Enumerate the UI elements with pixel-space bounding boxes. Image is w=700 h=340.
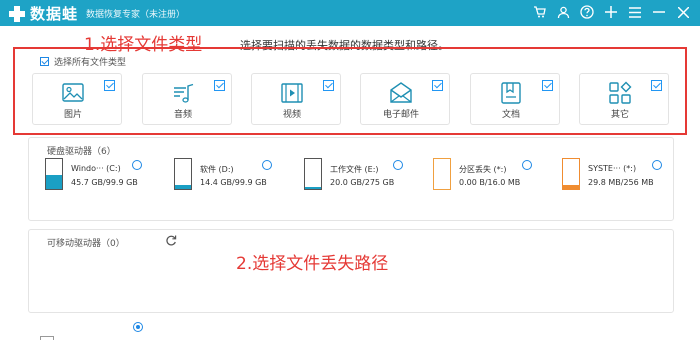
- annotation-step2: 2.选择文件丢失路径: [236, 254, 389, 274]
- drive-icon: [304, 158, 322, 190]
- document-icon: [501, 82, 521, 104]
- bottom-folder-icon: [40, 336, 54, 340]
- type-label: 视频: [282, 110, 301, 120]
- bottom-radio[interactable]: [133, 322, 143, 332]
- minimize-icon[interactable]: [650, 3, 668, 21]
- type-card-image[interactable]: 图片: [32, 73, 122, 125]
- drive-radio[interactable]: [522, 160, 532, 170]
- drive-item[interactable]: SYSTE··· (*:) 29.8 MB/256 MB: [562, 158, 687, 198]
- type-label: 音频: [173, 110, 192, 120]
- select-all-label: 选择所有文件类型: [54, 58, 127, 68]
- drive-radio[interactable]: [652, 160, 662, 170]
- cart-icon[interactable]: [530, 3, 548, 21]
- drive-name: 工作文件 (E:): [330, 165, 379, 174]
- drive-name: 软件 (D:): [200, 165, 234, 174]
- drive-item[interactable]: 分区丢失 (*:) 0.00 B/16.0 MB: [433, 158, 558, 198]
- music-icon: [174, 83, 194, 103]
- type-checkbox[interactable]: [214, 80, 225, 91]
- type-checkbox[interactable]: [432, 80, 443, 91]
- hard-drive-panel: 硬盘驱动器（6） Windo··· (C:) 45.7 GB/99.9 GB 软…: [28, 137, 674, 221]
- drive-size: 14.4 GB/99.9 GB: [200, 178, 267, 187]
- select-all-types[interactable]: 选择所有文件类型: [40, 55, 126, 68]
- menu-icon[interactable]: [626, 3, 644, 21]
- drive-name: 分区丢失 (*:): [459, 165, 507, 174]
- hard-drive-title: 硬盘驱动器（6）: [47, 147, 116, 157]
- user-icon[interactable]: [554, 3, 572, 21]
- image-icon: [62, 83, 84, 102]
- drive-item[interactable]: 软件 (D:) 14.4 GB/99.9 GB: [174, 158, 299, 198]
- type-label: 电子邮件: [382, 110, 419, 120]
- drive-icon: [433, 158, 451, 190]
- drive-name: SYSTE··· (*:): [588, 164, 637, 173]
- other-icon: [609, 81, 632, 104]
- window-controls: [524, 3, 692, 21]
- drive-size: 45.7 GB/99.9 GB: [71, 178, 138, 187]
- drive-icon: [562, 158, 580, 190]
- logo-cross-icon: [9, 5, 25, 22]
- type-label: 其它: [610, 110, 629, 120]
- drive-name: Windo··· (C:): [71, 164, 121, 173]
- logo-text: 数据蛙: [30, 5, 79, 23]
- drive-icon: [45, 158, 63, 190]
- type-label: 文档: [501, 110, 520, 120]
- drive-radio[interactable]: [262, 160, 272, 170]
- type-checkbox[interactable]: [542, 80, 553, 91]
- app-name: 数据恢复专家（未注册）: [86, 10, 186, 20]
- annotation-step1: 1.选择文件类型: [84, 35, 203, 55]
- drive-size: 29.8 MB/256 MB: [588, 178, 654, 187]
- drive-item[interactable]: Windo··· (C:) 45.7 GB/99.9 GB: [45, 158, 170, 198]
- type-checkbox[interactable]: [323, 80, 334, 91]
- type-card-video[interactable]: 视频: [251, 73, 341, 125]
- drive-item[interactable]: 工作文件 (E:) 20.0 GB/275 GB: [304, 158, 429, 198]
- type-card-audio[interactable]: 音频: [142, 73, 232, 125]
- type-card-document[interactable]: 文档: [470, 73, 560, 125]
- help-icon[interactable]: [578, 3, 596, 21]
- drive-icon: [174, 158, 192, 190]
- type-card-other[interactable]: 其它: [579, 73, 669, 125]
- title-bar: 数据蛙 数据恢复专家（未注册）: [0, 0, 700, 26]
- drive-size: 20.0 GB/275 GB: [330, 178, 395, 187]
- refresh-icon[interactable]: [165, 234, 177, 246]
- close-icon[interactable]: [674, 3, 692, 21]
- type-checkbox[interactable]: [104, 80, 115, 91]
- removable-drive-title: 可移动驱动器（0）: [47, 239, 125, 249]
- drive-size: 0.00 B/16.0 MB: [459, 178, 521, 187]
- video-icon: [281, 83, 303, 103]
- plus-icon[interactable]: [602, 3, 620, 21]
- type-checkbox[interactable]: [651, 80, 662, 91]
- app-logo: 数据蛙: [8, 3, 78, 24]
- drive-radio[interactable]: [393, 160, 403, 170]
- select-all-checkbox[interactable]: [40, 57, 49, 66]
- type-label: 图片: [63, 110, 82, 120]
- email-icon: [390, 82, 412, 103]
- type-card-email[interactable]: 电子邮件: [360, 73, 450, 125]
- drive-radio[interactable]: [132, 160, 142, 170]
